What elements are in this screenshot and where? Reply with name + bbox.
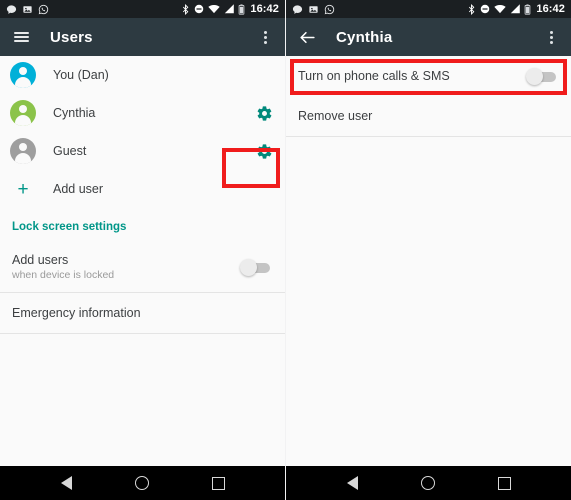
divider xyxy=(0,333,285,334)
add-users-texts: Add users when device is locked xyxy=(12,253,114,281)
home-circle-icon xyxy=(135,476,150,490)
nav-back-button[interactable] xyxy=(335,466,369,500)
overflow-menu-icon[interactable] xyxy=(541,25,561,49)
whatsapp-icon xyxy=(38,4,49,14)
phone-calls-texts: Turn on phone calls & SMS xyxy=(298,69,450,83)
nav-recents-button[interactable] xyxy=(202,466,236,500)
guest-settings-gear-icon[interactable] xyxy=(256,143,273,160)
signal-icon xyxy=(225,4,235,14)
user-row-you[interactable]: You (Dan) xyxy=(0,56,285,94)
back-triangle-icon xyxy=(60,476,72,490)
nav-bar-left xyxy=(0,466,285,500)
toggle-thumb xyxy=(526,67,543,85)
lock-screen-settings-link[interactable]: Lock screen settings xyxy=(0,208,285,244)
phone-calls-toggle[interactable] xyxy=(526,67,557,85)
status-bar-left: 16:42 xyxy=(0,0,285,18)
add-users-subtitle: when device is locked xyxy=(12,269,115,281)
left-phone-screen: 16:42 Users You (Dan) Cynthia Guest + Ad… xyxy=(0,0,285,500)
status-clock: 16:42 xyxy=(536,2,565,15)
add-users-title: Add users xyxy=(12,253,69,267)
plus-icon: + xyxy=(17,178,29,200)
status-bar-right: 16:42 xyxy=(286,0,571,18)
add-users-when-locked-row[interactable]: Add users when device is locked xyxy=(0,244,285,292)
nav-home-button[interactable] xyxy=(125,466,159,500)
battery-icon xyxy=(525,3,531,15)
hamburger-lines xyxy=(13,30,29,44)
message-bubble-icon xyxy=(6,4,17,14)
avatar xyxy=(10,138,36,164)
status-notification-icons xyxy=(292,4,335,15)
user-row-guest[interactable]: Guest xyxy=(0,132,285,170)
user-settings-gear-icon[interactable] xyxy=(256,105,273,122)
page-title: Users xyxy=(50,28,93,46)
bluetooth-icon xyxy=(469,3,475,15)
nav-home-button[interactable] xyxy=(411,466,445,500)
dual-screenshot-container: 16:42 Users You (Dan) Cynthia Guest + Ad… xyxy=(0,0,571,500)
do-not-disturb-icon xyxy=(481,4,490,14)
remove-user-row[interactable]: Remove user xyxy=(286,96,571,136)
user-row-cynthia[interactable]: Cynthia xyxy=(0,94,285,132)
user-name-label: You (Dan) xyxy=(53,68,109,82)
user-name-label: Cynthia xyxy=(53,106,96,120)
app-bar-left: Users xyxy=(0,18,285,56)
avatar xyxy=(10,100,36,126)
do-not-disturb-icon xyxy=(195,4,204,14)
hamburger-menu-icon[interactable] xyxy=(10,26,32,48)
nav-back-button[interactable] xyxy=(49,466,83,500)
recents-square-icon xyxy=(498,476,512,490)
wifi-icon xyxy=(208,4,221,14)
home-circle-icon xyxy=(421,476,436,490)
phone-calls-sms-row[interactable]: Turn on phone calls & SMS xyxy=(286,56,571,96)
phone-calls-title: Turn on phone calls & SMS xyxy=(298,69,450,83)
overflow-menu-icon[interactable] xyxy=(255,25,275,49)
app-bar-right: Cynthia xyxy=(286,18,571,56)
add-users-toggle[interactable] xyxy=(240,258,271,276)
page-title: Cynthia xyxy=(336,28,393,46)
image-icon xyxy=(23,5,32,13)
image-icon xyxy=(309,5,318,13)
left-content-area: You (Dan) Cynthia Guest + Add user Lock … xyxy=(0,56,285,466)
user-name-label: Guest xyxy=(53,144,87,158)
nav-recents-button[interactable] xyxy=(488,466,522,500)
back-arrow-icon[interactable] xyxy=(296,26,318,48)
signal-icon xyxy=(511,4,521,14)
toggle-thumb xyxy=(240,258,257,276)
emergency-information-row[interactable]: Emergency information xyxy=(0,293,285,333)
right-phone-screen: 16:42 Cynthia Turn on phone calls & SMS xyxy=(286,0,571,500)
status-clock: 16:42 xyxy=(250,2,279,15)
divider xyxy=(286,136,571,137)
add-user-label: Add user xyxy=(53,182,104,196)
wifi-icon xyxy=(494,4,507,14)
status-system-icons: 16:42 xyxy=(467,2,565,15)
whatsapp-icon xyxy=(324,4,335,14)
status-notification-icons xyxy=(6,4,49,15)
message-bubble-icon xyxy=(292,4,303,14)
add-user-row[interactable]: + Add user xyxy=(0,170,285,208)
avatar xyxy=(10,62,36,88)
right-content-area: Turn on phone calls & SMS Remove user xyxy=(286,56,571,466)
battery-icon xyxy=(239,3,245,15)
recents-square-icon xyxy=(212,476,226,490)
back-triangle-icon xyxy=(346,476,358,490)
bluetooth-icon xyxy=(183,3,189,15)
status-system-icons: 16:42 xyxy=(181,2,279,15)
nav-bar-right xyxy=(286,466,571,500)
